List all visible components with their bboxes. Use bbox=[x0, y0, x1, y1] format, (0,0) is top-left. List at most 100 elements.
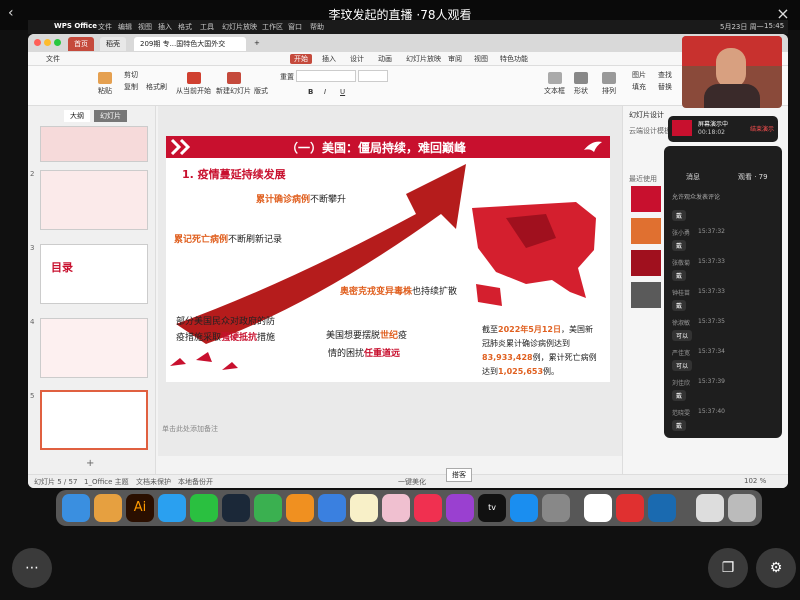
ribbon-tab-home[interactable]: 开始 bbox=[290, 54, 312, 64]
menu-file[interactable]: 文件 bbox=[98, 22, 112, 32]
chat-username: 刘佳欣 bbox=[672, 380, 691, 387]
italic-button[interactable]: I bbox=[324, 88, 326, 96]
underline-button[interactable]: U bbox=[340, 88, 345, 96]
pages-icon[interactable] bbox=[286, 494, 314, 522]
window-minimize-icon[interactable] bbox=[44, 39, 51, 46]
tab-messages[interactable]: 消息 bbox=[686, 172, 700, 182]
ribbon-tab-design[interactable]: 设计 bbox=[350, 54, 364, 64]
slide-thumbnail-selected[interactable] bbox=[40, 390, 148, 450]
ribbon-tab-view[interactable]: 视图 bbox=[474, 54, 488, 64]
notes-icon[interactable] bbox=[350, 494, 378, 522]
protection-status[interactable]: 文档未保护 bbox=[136, 477, 171, 487]
ribbon-tab-animation[interactable]: 动画 bbox=[378, 54, 392, 64]
template-thumbnail[interactable] bbox=[631, 218, 661, 244]
menu-slideshow[interactable]: 幻灯片放映 bbox=[222, 22, 257, 32]
beautify-button[interactable]: 一键美化 bbox=[398, 477, 426, 487]
notes-placeholder[interactable]: 单击此处添加备注 bbox=[162, 424, 218, 434]
ribbon-tab-slideshow[interactable]: 幻灯片放映 bbox=[406, 54, 441, 64]
menu-tools[interactable]: 工具 bbox=[200, 22, 214, 32]
steam-icon[interactable] bbox=[222, 494, 250, 522]
screen-rotate-button[interactable]: ❐ bbox=[708, 548, 748, 588]
tab-document[interactable]: 209期 专...国特色大国外交 bbox=[134, 37, 246, 51]
window-zoom-icon[interactable] bbox=[54, 39, 61, 46]
tab-viewers[interactable]: 观看 · 79 bbox=[738, 172, 768, 182]
comment-toggle[interactable]: 允许观众发表评论 bbox=[672, 192, 720, 201]
paste-button[interactable]: 粘贴 bbox=[98, 72, 112, 96]
tab-template[interactable]: 稻壳 bbox=[100, 37, 126, 51]
trash-icon[interactable] bbox=[728, 494, 756, 522]
slide-thumbnail[interactable] bbox=[40, 318, 148, 378]
stats-post: ，美国新 bbox=[560, 325, 593, 334]
layout-button[interactable]: 版式 bbox=[254, 86, 268, 96]
menu-edit[interactable]: 编辑 bbox=[118, 22, 132, 32]
slide-thumbnail[interactable]: 目录 bbox=[40, 244, 148, 304]
slide[interactable]: （一）美国：僵局持续，难回巅峰 1. 疫情蔓延持续发展 累计确诊病例不断攀升 累… bbox=[166, 136, 610, 382]
add-slide-icon[interactable]: + bbox=[86, 458, 94, 469]
font-size-select[interactable] bbox=[358, 70, 388, 82]
settings-button[interactable]: ⚙ bbox=[756, 548, 796, 588]
zoom-level[interactable]: 102 % bbox=[744, 477, 766, 485]
menu-insert[interactable]: 插入 bbox=[158, 22, 172, 32]
launchpad-icon[interactable] bbox=[94, 494, 122, 522]
tab-outline[interactable]: 大纲 bbox=[64, 110, 90, 122]
find-button[interactable]: 查找 bbox=[658, 70, 672, 80]
fill-button[interactable]: 填充 bbox=[632, 82, 646, 92]
illustrator-icon[interactable]: Ai bbox=[126, 494, 154, 522]
reset-button[interactable]: 重置 bbox=[280, 72, 294, 82]
tab-home[interactable]: 首页 bbox=[68, 37, 94, 51]
template-thumbnail[interactable] bbox=[631, 186, 661, 212]
presenting-thumbnail bbox=[672, 120, 692, 136]
ribbon-tab-file[interactable]: 文件 bbox=[46, 54, 60, 64]
new-tab-button[interactable]: + bbox=[248, 37, 266, 51]
slide-thumbnail[interactable] bbox=[40, 126, 148, 162]
backup-status[interactable]: 本地备份开 bbox=[178, 477, 213, 487]
textbox-button[interactable]: 文本框 bbox=[544, 72, 565, 96]
window-close-icon[interactable] bbox=[34, 39, 41, 46]
menu-window[interactable]: 窗口 bbox=[288, 22, 302, 32]
ribbon-tab-features[interactable]: 特色功能 bbox=[500, 54, 528, 64]
menu-workspace[interactable]: 工作区 bbox=[262, 22, 283, 32]
podcasts-icon[interactable] bbox=[446, 494, 474, 522]
photos-icon[interactable] bbox=[382, 494, 410, 522]
more-options-button[interactable]: ⋯ bbox=[12, 548, 52, 588]
bold-button[interactable]: B bbox=[308, 88, 313, 96]
slide-thumbnail[interactable] bbox=[40, 170, 148, 230]
mac-menubar: WPS Office 文件 编辑 视图 插入 格式 工具 幻灯片放映 工作区 窗… bbox=[28, 20, 788, 34]
ribbon-tab-review[interactable]: 审阅 bbox=[448, 54, 462, 64]
wps-icon[interactable] bbox=[616, 494, 644, 522]
apple-tv-icon[interactable]: tv bbox=[478, 494, 506, 522]
new-slide-button[interactable]: 新建幻灯片 bbox=[216, 72, 251, 96]
tab-slides[interactable]: 幻灯片 bbox=[94, 110, 127, 122]
menu-help[interactable]: 帮助 bbox=[310, 22, 324, 32]
chat-message: 戴 bbox=[672, 420, 687, 431]
cut-button[interactable]: 剪切 bbox=[124, 70, 138, 80]
chat-username: 范晓雯 bbox=[672, 410, 691, 417]
menu-format[interactable]: 格式 bbox=[178, 22, 192, 32]
safari-icon[interactable] bbox=[158, 494, 186, 522]
quicktime-icon[interactable] bbox=[648, 494, 676, 522]
template-thumbnail[interactable] bbox=[631, 282, 661, 308]
wechat-icon[interactable] bbox=[190, 494, 218, 522]
copy-button[interactable]: 复制 bbox=[124, 82, 138, 92]
system-preferences-icon[interactable] bbox=[542, 494, 570, 522]
arrange-button[interactable]: 排列 bbox=[602, 72, 616, 96]
menu-view[interactable]: 视图 bbox=[138, 22, 152, 32]
app-store-icon[interactable] bbox=[510, 494, 538, 522]
keynote-icon[interactable] bbox=[318, 494, 346, 522]
numbers-icon[interactable] bbox=[254, 494, 282, 522]
music-icon[interactable] bbox=[414, 494, 442, 522]
teams-icon[interactable] bbox=[584, 494, 612, 522]
downloads-folder-icon[interactable] bbox=[696, 494, 724, 522]
font-name-select[interactable] bbox=[296, 70, 356, 82]
stop-presenting-button[interactable]: 结束演示 bbox=[750, 124, 774, 133]
format-painter-button[interactable]: 格式刷 bbox=[146, 82, 167, 92]
replace-button[interactable]: 替换 bbox=[658, 82, 672, 92]
doves-decoration-icon bbox=[170, 352, 238, 370]
play-from-current-button[interactable]: 从当前开始 bbox=[176, 72, 211, 96]
finder-icon[interactable] bbox=[62, 494, 90, 522]
shape-button[interactable]: 形状 bbox=[574, 72, 588, 96]
menu-app-name[interactable]: WPS Office bbox=[54, 22, 97, 30]
template-thumbnail[interactable] bbox=[631, 250, 661, 276]
ribbon-tab-insert[interactable]: 插入 bbox=[322, 54, 336, 64]
picture-button[interactable]: 图片 bbox=[632, 70, 646, 80]
